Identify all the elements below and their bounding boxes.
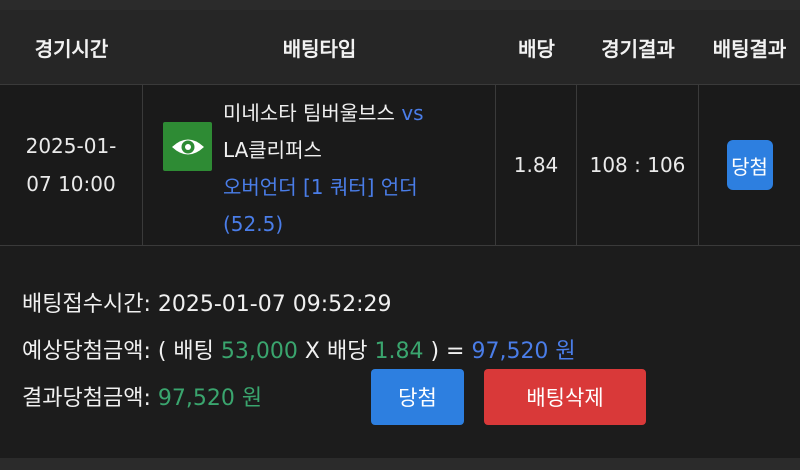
bet-result-cell: 당첨 bbox=[699, 85, 800, 245]
match-info: 미네소타 팀버울브스 vs LA클리퍼스 오버언더 [1 쿼터] 언더 (52.… bbox=[223, 95, 488, 243]
win-button[interactable]: 당첨 bbox=[371, 369, 464, 425]
header-time: 경기시간 bbox=[34, 36, 109, 61]
away-team: LA클리퍼스 bbox=[223, 138, 322, 162]
close-eq: ) = bbox=[430, 339, 465, 364]
stake-amount: 53,000 bbox=[220, 339, 298, 364]
eye-icon[interactable] bbox=[163, 122, 212, 171]
top-strip bbox=[0, 0, 800, 10]
header-odds: 배당 bbox=[518, 36, 555, 61]
result-label: 결과당첨금액: bbox=[22, 386, 151, 411]
accept-time-line: 배팅접수시간: 2025-01-07 09:52:29 bbox=[22, 286, 392, 318]
game-time-cell: 2025-01- 07 10:00 bbox=[0, 85, 143, 245]
game-time-hour: 07 10:00 bbox=[26, 172, 116, 196]
table-header: 경기시간 배팅타입 배당 경기결과 배팅결과 bbox=[0, 10, 800, 85]
game-time-date: 2025-01- bbox=[25, 134, 117, 158]
result-win-line: 결과당첨금액: 97,520 원 bbox=[22, 380, 262, 412]
expected-open: ( 배팅 bbox=[157, 339, 214, 364]
odds-cell: 1.84 bbox=[496, 85, 577, 245]
result-amount: 97,520 원 bbox=[157, 386, 263, 411]
accept-time-label: 배팅접수시간: bbox=[22, 292, 151, 317]
win-badge: 당첨 bbox=[726, 140, 773, 190]
header-bet-result: 배팅결과 bbox=[712, 36, 787, 61]
expected-odds: 1.84 bbox=[374, 339, 424, 364]
bet-type-cell: 미네소타 팀버울브스 vs LA클리퍼스 오버언더 [1 쿼터] 언더 (52.… bbox=[143, 85, 496, 245]
market-line: (52.5) bbox=[223, 212, 284, 236]
accept-time-value: 2025-01-07 09:52:29 bbox=[157, 292, 392, 317]
bottom-strip bbox=[0, 458, 800, 470]
delete-bet-button[interactable]: 배팅삭제 bbox=[484, 369, 646, 425]
expected-amount: 97,520 원 bbox=[471, 339, 576, 364]
header-game-result: 경기결과 bbox=[601, 36, 675, 61]
expected-win-line: 예상당첨금액: ( 배팅 53,000 X 배당 1.84 ) = 97,520… bbox=[22, 333, 576, 365]
expected-label: 예상당첨금액: bbox=[22, 339, 151, 364]
header-bet-type: 배팅타입 bbox=[282, 36, 357, 61]
market-name: 오버언더 [1 쿼터] 언더 bbox=[223, 175, 418, 199]
home-team: 미네소타 팀버울브스 bbox=[223, 101, 395, 125]
score-cell: 108 : 106 bbox=[577, 85, 699, 245]
vs-label: vs bbox=[401, 101, 424, 125]
x-odds-label: X 배당 bbox=[304, 339, 368, 364]
table-row: 2025-01- 07 10:00 미네소타 팀버울브스 vs LA클리퍼스 오… bbox=[0, 85, 800, 246]
